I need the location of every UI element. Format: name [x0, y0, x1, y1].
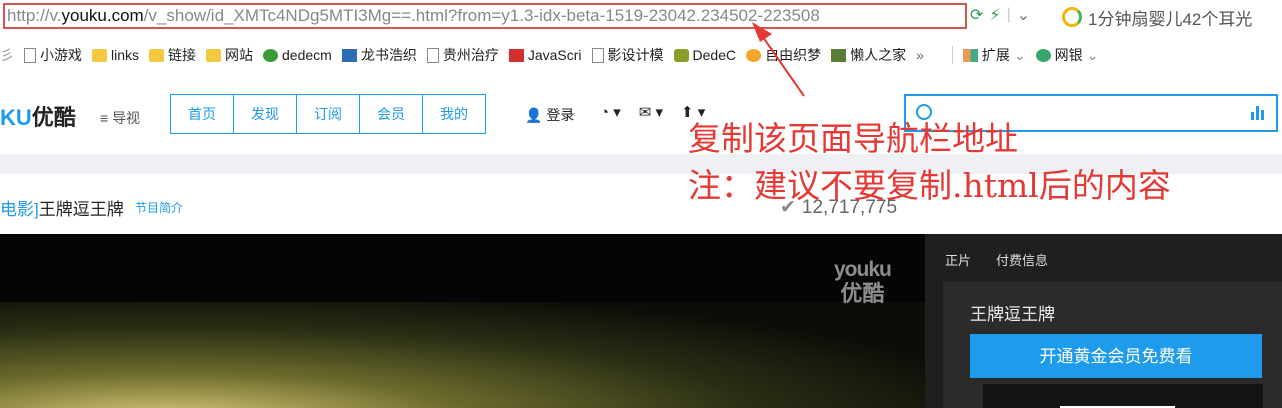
annotation-line-1: 复制该页面导航栏地址: [688, 119, 1018, 158]
annotation-text: 复制该页面导航栏地址 注：建议不要复制.html后的内容: [688, 115, 1171, 209]
annotation-line-2: 注：建议不要复制.html后的内容: [688, 166, 1171, 205]
